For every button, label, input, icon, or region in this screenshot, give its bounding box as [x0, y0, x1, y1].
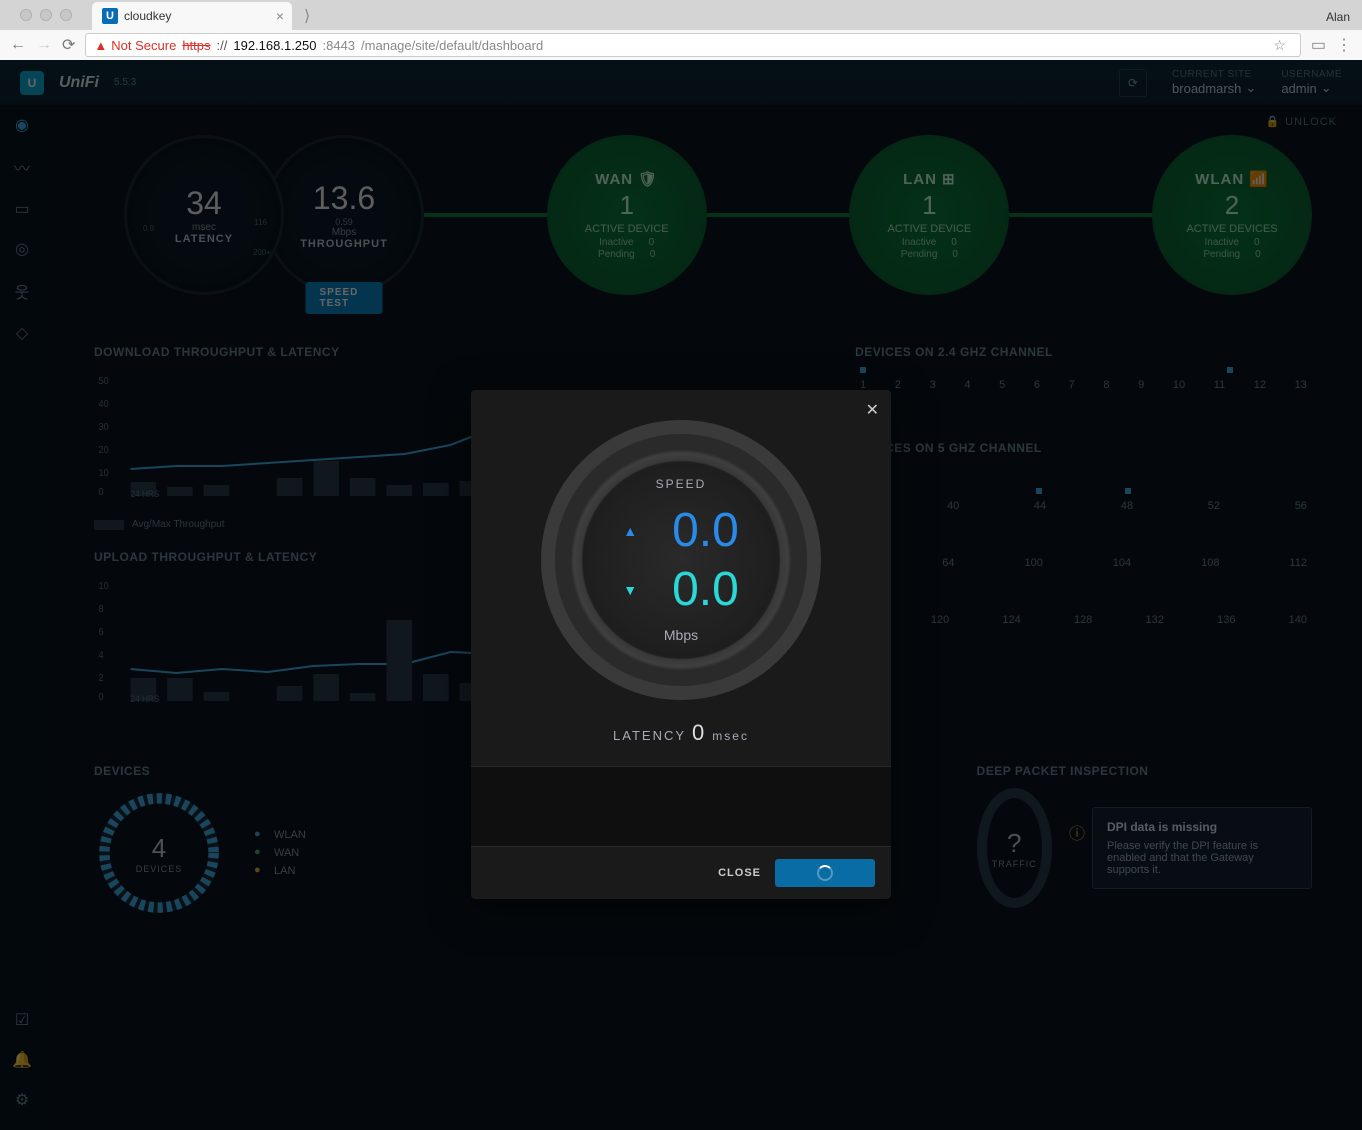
- speed-test-modal: ✕ SPEED ▲ 0.0 ▼ 0.0 Mbps LATENCY 0 msec: [471, 390, 891, 899]
- close-window-icon[interactable]: [20, 9, 32, 21]
- url-protocol: https: [182, 38, 210, 53]
- speed-label: SPEED: [656, 477, 707, 491]
- download-arrow-icon: ▼: [623, 582, 637, 598]
- latency-unit: msec: [712, 729, 749, 743]
- url-host: 192.168.1.250: [233, 38, 316, 53]
- bookmark-icon[interactable]: ☆: [1273, 37, 1286, 54]
- tab-bar: U cloudkey × ⟩ Alan: [0, 0, 1362, 30]
- url-path: /manage/site/default/dashboard: [361, 38, 543, 53]
- upload-speed-value: 0.0: [672, 503, 739, 558]
- close-button[interactable]: CLOSE: [718, 867, 761, 879]
- app: U UniFi 5.5.3 ⟳ CURRENT SITE broadmarsh⌄…: [0, 60, 1362, 1130]
- latency-label: LATENCY: [613, 728, 686, 743]
- browser-chrome: U cloudkey × ⟩ Alan ← → ⟳ ▲ Not Secure h…: [0, 0, 1362, 60]
- forward-button[interactable]: →: [36, 36, 52, 54]
- new-tab-button[interactable]: ⟩: [300, 2, 314, 30]
- latency-row: LATENCY 0 msec: [613, 720, 749, 746]
- upload-arrow-icon: ▲: [623, 523, 637, 539]
- spinner-icon: [817, 865, 833, 881]
- security-warning-icon: ▲ Not Secure: [94, 38, 176, 53]
- url-sep: ://: [217, 38, 228, 53]
- maximize-window-icon[interactable]: [60, 9, 72, 21]
- run-test-button[interactable]: [775, 859, 875, 887]
- speed-gauge: SPEED ▲ 0.0 ▼ 0.0 Mbps: [541, 420, 821, 700]
- modal-footer: CLOSE: [471, 846, 891, 899]
- minimize-window-icon[interactable]: [40, 9, 52, 21]
- latency-value: 0: [692, 720, 706, 746]
- window-controls[interactable]: [10, 0, 82, 30]
- browser-tab[interactable]: U cloudkey ×: [92, 2, 292, 30]
- close-icon[interactable]: ✕: [866, 400, 879, 420]
- menu-icon[interactable]: ⋮: [1336, 35, 1352, 55]
- favicon-icon: U: [102, 8, 118, 24]
- extensions-icon[interactable]: ▭: [1311, 35, 1326, 55]
- reload-button[interactable]: ⟳: [62, 35, 75, 55]
- download-speed-value: 0.0: [672, 562, 739, 617]
- address-bar: ← → ⟳ ▲ Not Secure https :// 192.168.1.250…: [0, 30, 1362, 60]
- tab-title: cloudkey: [124, 9, 171, 23]
- back-button[interactable]: ←: [10, 36, 26, 54]
- not-secure-label: Not Secure: [111, 38, 176, 53]
- profile-name[interactable]: Alan: [1314, 4, 1362, 30]
- url-field[interactable]: ▲ Not Secure https :// 192.168.1.250 :8443 /…: [85, 33, 1300, 57]
- tab-close-icon[interactable]: ×: [276, 8, 284, 24]
- modal-chart-area: [471, 766, 891, 846]
- url-port: :8443: [323, 38, 356, 53]
- speed-unit: Mbps: [664, 627, 698, 643]
